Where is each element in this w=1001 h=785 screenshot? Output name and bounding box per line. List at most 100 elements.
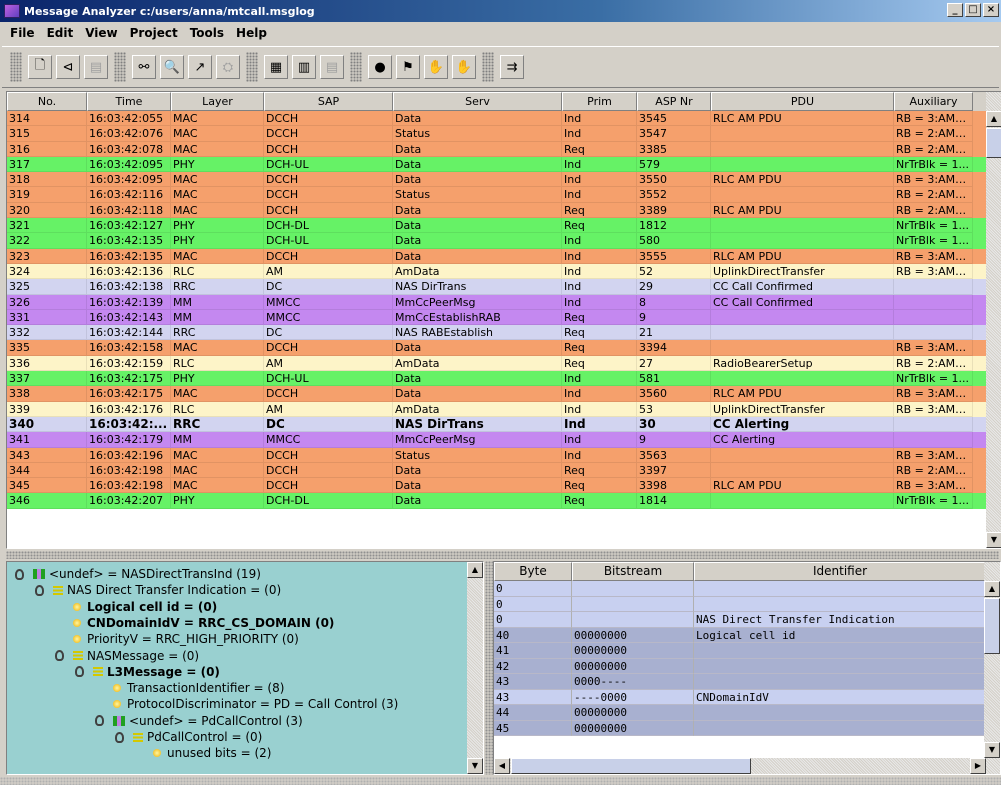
bitstream-column-byte[interactable]: Byte <box>494 562 572 581</box>
bits-scroll-down-arrow-icon[interactable]: ▼ <box>984 742 1000 758</box>
menu-help[interactable]: Help <box>230 26 273 40</box>
table-row[interactable]: 317 16:03:42:095 PHY DCH-UL Data Ind 579 NrTrBl… <box>7 156 1001 173</box>
tree-scroll-down-arrow-icon[interactable]: ▼ <box>467 758 483 774</box>
new-file-button[interactable]: 🗋 <box>28 55 52 79</box>
tree-node[interactable]: L3Message = (0) <box>75 664 220 680</box>
table-row[interactable]: 345 16:03:42:198 MAC DCCH Data Req 3398 RLC AM … <box>7 478 1001 494</box>
tree-node[interactable]: CNDomainIdV = RRC_CS_DOMAIN (0) <box>55 615 334 631</box>
menu-file[interactable]: File <box>4 26 41 40</box>
column-header-layer[interactable]: Layer <box>171 92 264 111</box>
table-row[interactable]: 335 16:03:42:158 MAC DCCH Data Req 3394 RB = 3:… <box>7 340 1001 356</box>
table-row[interactable]: 323 16:03:42:135 MAC DCCH Data Ind 3555 RLC AM … <box>7 248 1001 264</box>
bits-scroll-thumb[interactable] <box>984 598 1000 654</box>
expand-toggle-icon[interactable] <box>15 568 24 580</box>
pdu-button[interactable]: ⚑ <box>396 55 420 79</box>
grid-view-button[interactable]: ▦ <box>264 55 288 79</box>
bitstream-vertical-scrollbar[interactable]: ▲ ▼ <box>984 562 1000 758</box>
table-row[interactable]: 331 16:03:42:143 MM MMCC MmCcEstablishRAB Req… <box>7 309 1001 326</box>
hand-gray-button[interactable]: ✋ <box>452 55 476 79</box>
export-button[interactable]: ⇉ <box>500 55 524 79</box>
h-scroll-thumb[interactable] <box>511 758 751 774</box>
bitstream-row[interactable]: 0 NAS Direct Transfer Indication <box>494 612 1000 628</box>
tree-scroll-up-arrow-icon[interactable]: ▲ <box>467 562 483 578</box>
table-row[interactable]: 324 16:03:42:136 RLC AM AmData Ind 52 UplinkDir… <box>7 263 1001 280</box>
message-table[interactable]: No. Time Layer SAP Serv Prim ASP Nr PDU Auxiliar… <box>6 91 1001 549</box>
table-row[interactable]: 344 16:03:42:198 MAC DCCH Data Req 3397 RB = 2:… <box>7 462 1001 479</box>
column-header-prim[interactable]: Prim <box>562 92 637 111</box>
bitstream-row[interactable]: 0 <box>494 596 1000 612</box>
bitstream-row[interactable]: 45 00000000 <box>494 720 1000 736</box>
table-row[interactable]: 326 16:03:42:139 MM MMCC MmCcPeerMsg Ind 8 CC C… <box>7 294 1001 310</box>
save-button[interactable]: ▤ <box>84 55 108 79</box>
toolbar-grip[interactable] <box>114 52 126 82</box>
open-button[interactable]: ⊲ <box>56 55 80 79</box>
table-row[interactable]: 338 16:03:42:175 MAC DCCH Data Ind 3560 RLC AM … <box>7 386 1001 402</box>
hand-button[interactable]: ✋ <box>424 55 448 79</box>
table-row[interactable]: 319 16:03:42:116 MAC DCCH Status Ind 3552 RB = … <box>7 187 1001 203</box>
table-row[interactable]: 325 16:03:42:138 RRC DC NAS DirTrans Ind 29 CC … <box>7 279 1001 295</box>
tree-node[interactable]: unused bits = (2) <box>135 745 271 761</box>
scroll-right-arrow-icon[interactable]: ▶ <box>970 758 986 774</box>
tree-node[interactable]: PdCallControl = (0) <box>115 729 262 745</box>
table-vertical-scrollbar[interactable]: ▲ ▼ <box>986 92 1001 548</box>
bitstream-row[interactable]: 41 00000000 <box>494 643 1000 659</box>
find-button[interactable]: ⚯ <box>132 55 156 79</box>
drop-button[interactable]: ● <box>368 55 392 79</box>
column-header-asp-nr[interactable]: ASP Nr <box>637 92 711 111</box>
scroll-down-arrow-icon[interactable]: ▼ <box>986 532 1001 548</box>
arrow-button[interactable]: ↗ <box>188 55 212 79</box>
expand-toggle-icon[interactable] <box>95 715 104 727</box>
bitstream-row[interactable]: 0 <box>494 581 1000 597</box>
expand-toggle-icon[interactable] <box>115 731 124 743</box>
table-row[interactable]: 339 16:03:42:176 RLC AM AmData Ind 53 UplinkDir… <box>7 401 1001 417</box>
table-row[interactable]: 314 16:03:42:055 MAC DCCH Data Ind 3545 RLC AM … <box>7 111 1001 127</box>
bitstream-panel[interactable]: Byte Bitstream Identifier 0 0 0 NAS Direct Tr… <box>493 561 1001 775</box>
menu-project[interactable]: Project <box>124 26 184 40</box>
bitstream-row[interactable]: 42 00000000 <box>494 658 1000 674</box>
filter-button[interactable]: ⛭ <box>216 55 240 79</box>
vertical-splitter[interactable] <box>485 561 493 775</box>
tree-node[interactable]: NASMessage = (0) <box>55 648 199 664</box>
table-row[interactable]: 336 16:03:42:159 RLC AM AmData Req 27 RadioBear… <box>7 355 1001 372</box>
decode-tree-panel[interactable]: <undef> = NASDirectTransInd (19) NAS Dire… <box>6 561 484 775</box>
table-row[interactable]: 318 16:03:42:095 MAC DCCH Data Ind 3550 RLC AM … <box>7 172 1001 188</box>
table-row[interactable]: 343 16:03:42:196 MAC DCCH Status Ind 3563 RB = … <box>7 447 1001 463</box>
expand-toggle-icon[interactable] <box>75 666 84 678</box>
maximize-button[interactable]: □ <box>965 3 981 17</box>
close-button[interactable]: × <box>983 3 999 17</box>
table-row[interactable]: 340 16:03:42:... RRC DC NAS DirTrans Ind 30 CC … <box>7 416 1001 433</box>
menu-view[interactable]: View <box>79 26 123 40</box>
column-header-sap[interactable]: SAP <box>264 92 393 111</box>
menu-tools[interactable]: Tools <box>184 26 230 40</box>
column-header-auxiliary[interactable]: Auxiliary <box>894 92 973 111</box>
list-view-button[interactable]: ▤ <box>320 55 344 79</box>
toolbar-grip[interactable] <box>482 52 494 82</box>
tree-node[interactable]: PriorityV = RRC_HIGH_PRIORITY (0) <box>55 631 299 647</box>
bitstream-row[interactable]: 40 00000000 Logical cell id <box>494 627 1000 643</box>
table-row[interactable]: 315 16:03:42:076 MAC DCCH Status Ind 3547 RB = … <box>7 126 1001 142</box>
bitstream-row[interactable]: 43 ----0000 CNDomainIdV <box>494 689 1000 705</box>
bits-scroll-up-arrow-icon[interactable]: ▲ <box>984 581 1000 597</box>
tree-node[interactable]: ProtocolDiscriminator = PD = Call Contro… <box>95 696 398 712</box>
bitstream-row[interactable]: 43 0000---- <box>494 674 1000 690</box>
toolbar-grip[interactable] <box>246 52 258 82</box>
table-row[interactable]: 332 16:03:42:144 RRC DC NAS RABEstablish Req 2… <box>7 325 1001 341</box>
horizontal-splitter[interactable] <box>6 551 999 559</box>
minimize-button[interactable]: _ <box>947 3 963 17</box>
table-row[interactable]: 316 16:03:42:078 MAC DCCH Data Req 3385 RB = 2:… <box>7 141 1001 157</box>
bitstream-column-identifier[interactable]: Identifier <box>694 562 986 581</box>
table-row[interactable]: 341 16:03:42:179 MM MMCC MmCcPeerMsg Ind 9 CC A… <box>7 432 1001 448</box>
table-row[interactable]: 321 16:03:42:127 PHY DCH-DL Data Req 1812 NrTrB… <box>7 218 1001 234</box>
column-header-no[interactable]: No. <box>7 92 87 111</box>
toolbar-grip[interactable] <box>10 52 22 82</box>
tree-node[interactable]: NAS Direct Transfer Indication = (0) <box>35 582 281 598</box>
toolbar-grip[interactable] <box>350 52 362 82</box>
column-header-serv[interactable]: Serv <box>393 92 562 111</box>
bitstream-column-bitstream[interactable]: Bitstream <box>572 562 694 581</box>
tree-vertical-scrollbar[interactable]: ▲ ▼ <box>467 562 483 774</box>
bitstream-row[interactable]: 44 00000000 <box>494 705 1000 721</box>
column-header-time[interactable]: Time <box>87 92 171 111</box>
menu-edit[interactable]: Edit <box>41 26 80 40</box>
scroll-thumb[interactable] <box>986 128 1001 158</box>
search-button[interactable]: 🔍 <box>160 55 184 79</box>
